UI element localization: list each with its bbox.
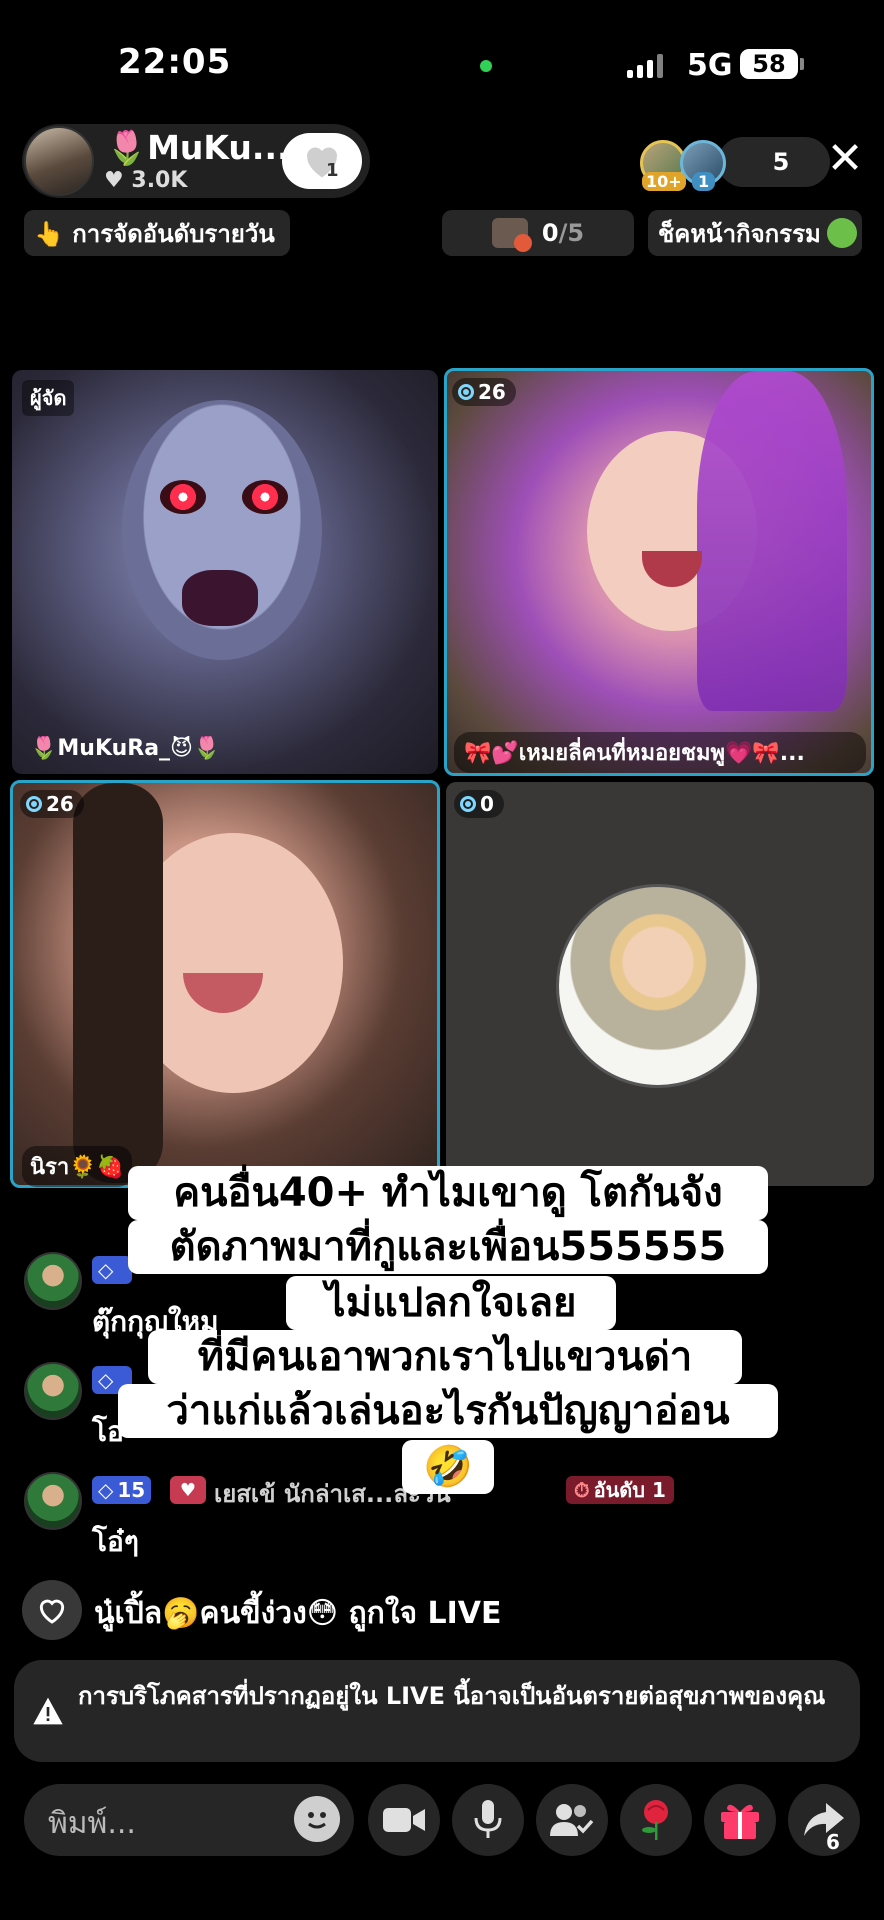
host-mouth	[182, 570, 258, 626]
tile-viewer-count-2: 26	[20, 790, 84, 818]
host-tag: ผู้จัด	[22, 380, 75, 416]
warning-icon	[33, 1697, 63, 1725]
gift-goal-button[interactable]: 0/5	[442, 210, 634, 256]
diamond-icon: ◇	[98, 1368, 114, 1392]
tile-viewer-count-1: 26	[452, 378, 516, 406]
viewer-count[interactable]: 5	[718, 137, 830, 187]
guest1-hair	[697, 371, 847, 711]
caption-line-1: คนอื่น40+ ทำไมเขาดู โตกันจัง	[128, 1166, 768, 1220]
rose-icon	[642, 1800, 668, 1840]
guests-icon	[550, 1804, 594, 1836]
tile-name-guest-1[interactable]: 🎀💕เหมยลี่คนที่หมอยชมพู💗🎀...	[454, 732, 866, 773]
caption-line-2: ตัดภาพมาที่กูและเพื่อน555555	[128, 1220, 768, 1274]
emoji-icon[interactable]	[294, 1796, 340, 1842]
activity-check-label: ช็คหน้ากิจกรรม	[658, 219, 821, 248]
camera-indicator-icon	[480, 60, 492, 72]
tile-name-host[interactable]: 🌷MuKuRa_😈🌷	[30, 736, 220, 761]
microphone-icon	[474, 1800, 502, 1838]
daily-ranking-label: 👆 การจัดอันดับรายวัน	[34, 219, 275, 248]
guest-video-tile-2[interactable]	[10, 780, 440, 1188]
diamond-icon: ◇	[98, 1478, 114, 1502]
user-level-value: 15	[117, 1478, 146, 1502]
share-button[interactable]	[788, 1784, 860, 1856]
comment-placeholder[interactable]: พิมพ์...	[48, 1800, 136, 1847]
guest-audio-avatar[interactable]	[556, 884, 760, 1088]
comment-avatar[interactable]	[24, 1472, 82, 1530]
user-level-badge: ◇	[92, 1256, 132, 1284]
viewer-rank-badge-2: 1	[692, 172, 716, 191]
host-eye-right	[242, 480, 288, 514]
caption-line-3: ไม่แปลกใจเลย	[286, 1276, 616, 1330]
gift-box-icon	[491, 218, 532, 252]
comment-avatar[interactable]	[24, 1252, 82, 1310]
activity-check-button[interactable]: ช็คหน้ากิจกรรม	[648, 210, 862, 256]
comment-text: โอ๋ๆ	[92, 1525, 139, 1558]
gift-button[interactable]	[704, 1784, 776, 1856]
stopwatch-icon: ⏱	[574, 1478, 590, 1502]
tile-name-guest-2[interactable]: นิรา🌻🍓	[22, 1146, 132, 1187]
gift-icon	[721, 1804, 759, 1839]
heart-badge-icon: ♥	[170, 1476, 206, 1504]
network-type: 5G	[687, 48, 733, 83]
heart-outline-icon	[39, 1599, 65, 1624]
host-name[interactable]: 🌷MuKu...	[106, 128, 290, 168]
smiley-face	[308, 1812, 326, 1829]
health-warning-text: การบริโภคสารที่ปรากฏอยู่ใน LIVE นี้อาจเป…	[78, 1682, 826, 1710]
status-time: 22:05	[118, 42, 232, 82]
daily-ranking-button[interactable]: 👆 การจัดอันดับรายวัน	[24, 210, 290, 256]
signal-icon	[627, 52, 663, 78]
microphone-button[interactable]	[452, 1784, 524, 1856]
rose-gift-button[interactable]	[620, 1784, 692, 1856]
host-like-count: ♥ 3.0K	[104, 168, 188, 193]
diamond-icon: ◇	[98, 1258, 114, 1282]
host-eye-left	[160, 480, 206, 514]
viewer-rank-badge-1: 10+	[642, 172, 686, 191]
follow-button[interactable]	[282, 133, 362, 189]
share-count: 6	[826, 1830, 840, 1854]
like-button[interactable]	[22, 1580, 82, 1640]
guest-video-tile-1[interactable]	[444, 368, 874, 776]
user-level-badge: ◇ 15	[92, 1476, 152, 1504]
host-avatar[interactable]	[24, 126, 94, 196]
caption-line-4: ที่มีคนเอาพวกเราไปแขวนด่า	[148, 1330, 742, 1384]
host-video-tile[interactable]	[12, 370, 438, 774]
gift-goal-total: /5	[558, 219, 585, 247]
like-notification: นู๋เปิ้ล🥱คนขี้ง่วง😳 ถูกใจ LIVE	[94, 1596, 502, 1631]
mascot-icon	[826, 218, 857, 248]
caption-line-6: 🤣	[402, 1440, 494, 1494]
guests-button[interactable]	[536, 1784, 608, 1856]
tile-count-value: 0	[480, 792, 494, 816]
tile-count-value: 26	[46, 792, 74, 816]
video-camera-button[interactable]	[368, 1784, 440, 1856]
tile-count-value: 26	[478, 380, 506, 404]
guest2-hair	[73, 783, 163, 1183]
viewer-eye-icon	[458, 384, 474, 400]
gift-goal-progress: 0/5	[542, 219, 584, 247]
caption-line-5: ว่าแก่แล้วเล่นอะไรกันปัญญาอ่อน	[118, 1384, 778, 1438]
rank-badge-label: อันดับ 1	[593, 1478, 666, 1502]
close-icon[interactable]: ✕	[824, 137, 866, 181]
viewer-eye-icon	[26, 796, 42, 812]
tile-viewer-count-3: 0	[454, 790, 504, 818]
rank-badge: ⏱ อันดับ 1	[566, 1476, 674, 1504]
battery-icon: 58	[740, 49, 798, 79]
viewer-eye-icon	[460, 796, 476, 812]
battery-tip	[800, 58, 804, 70]
follow-count: 1	[326, 160, 339, 181]
comment-avatar[interactable]	[24, 1362, 82, 1420]
video-camera-icon	[383, 1808, 425, 1832]
gift-goal-current: 0	[541, 219, 559, 247]
